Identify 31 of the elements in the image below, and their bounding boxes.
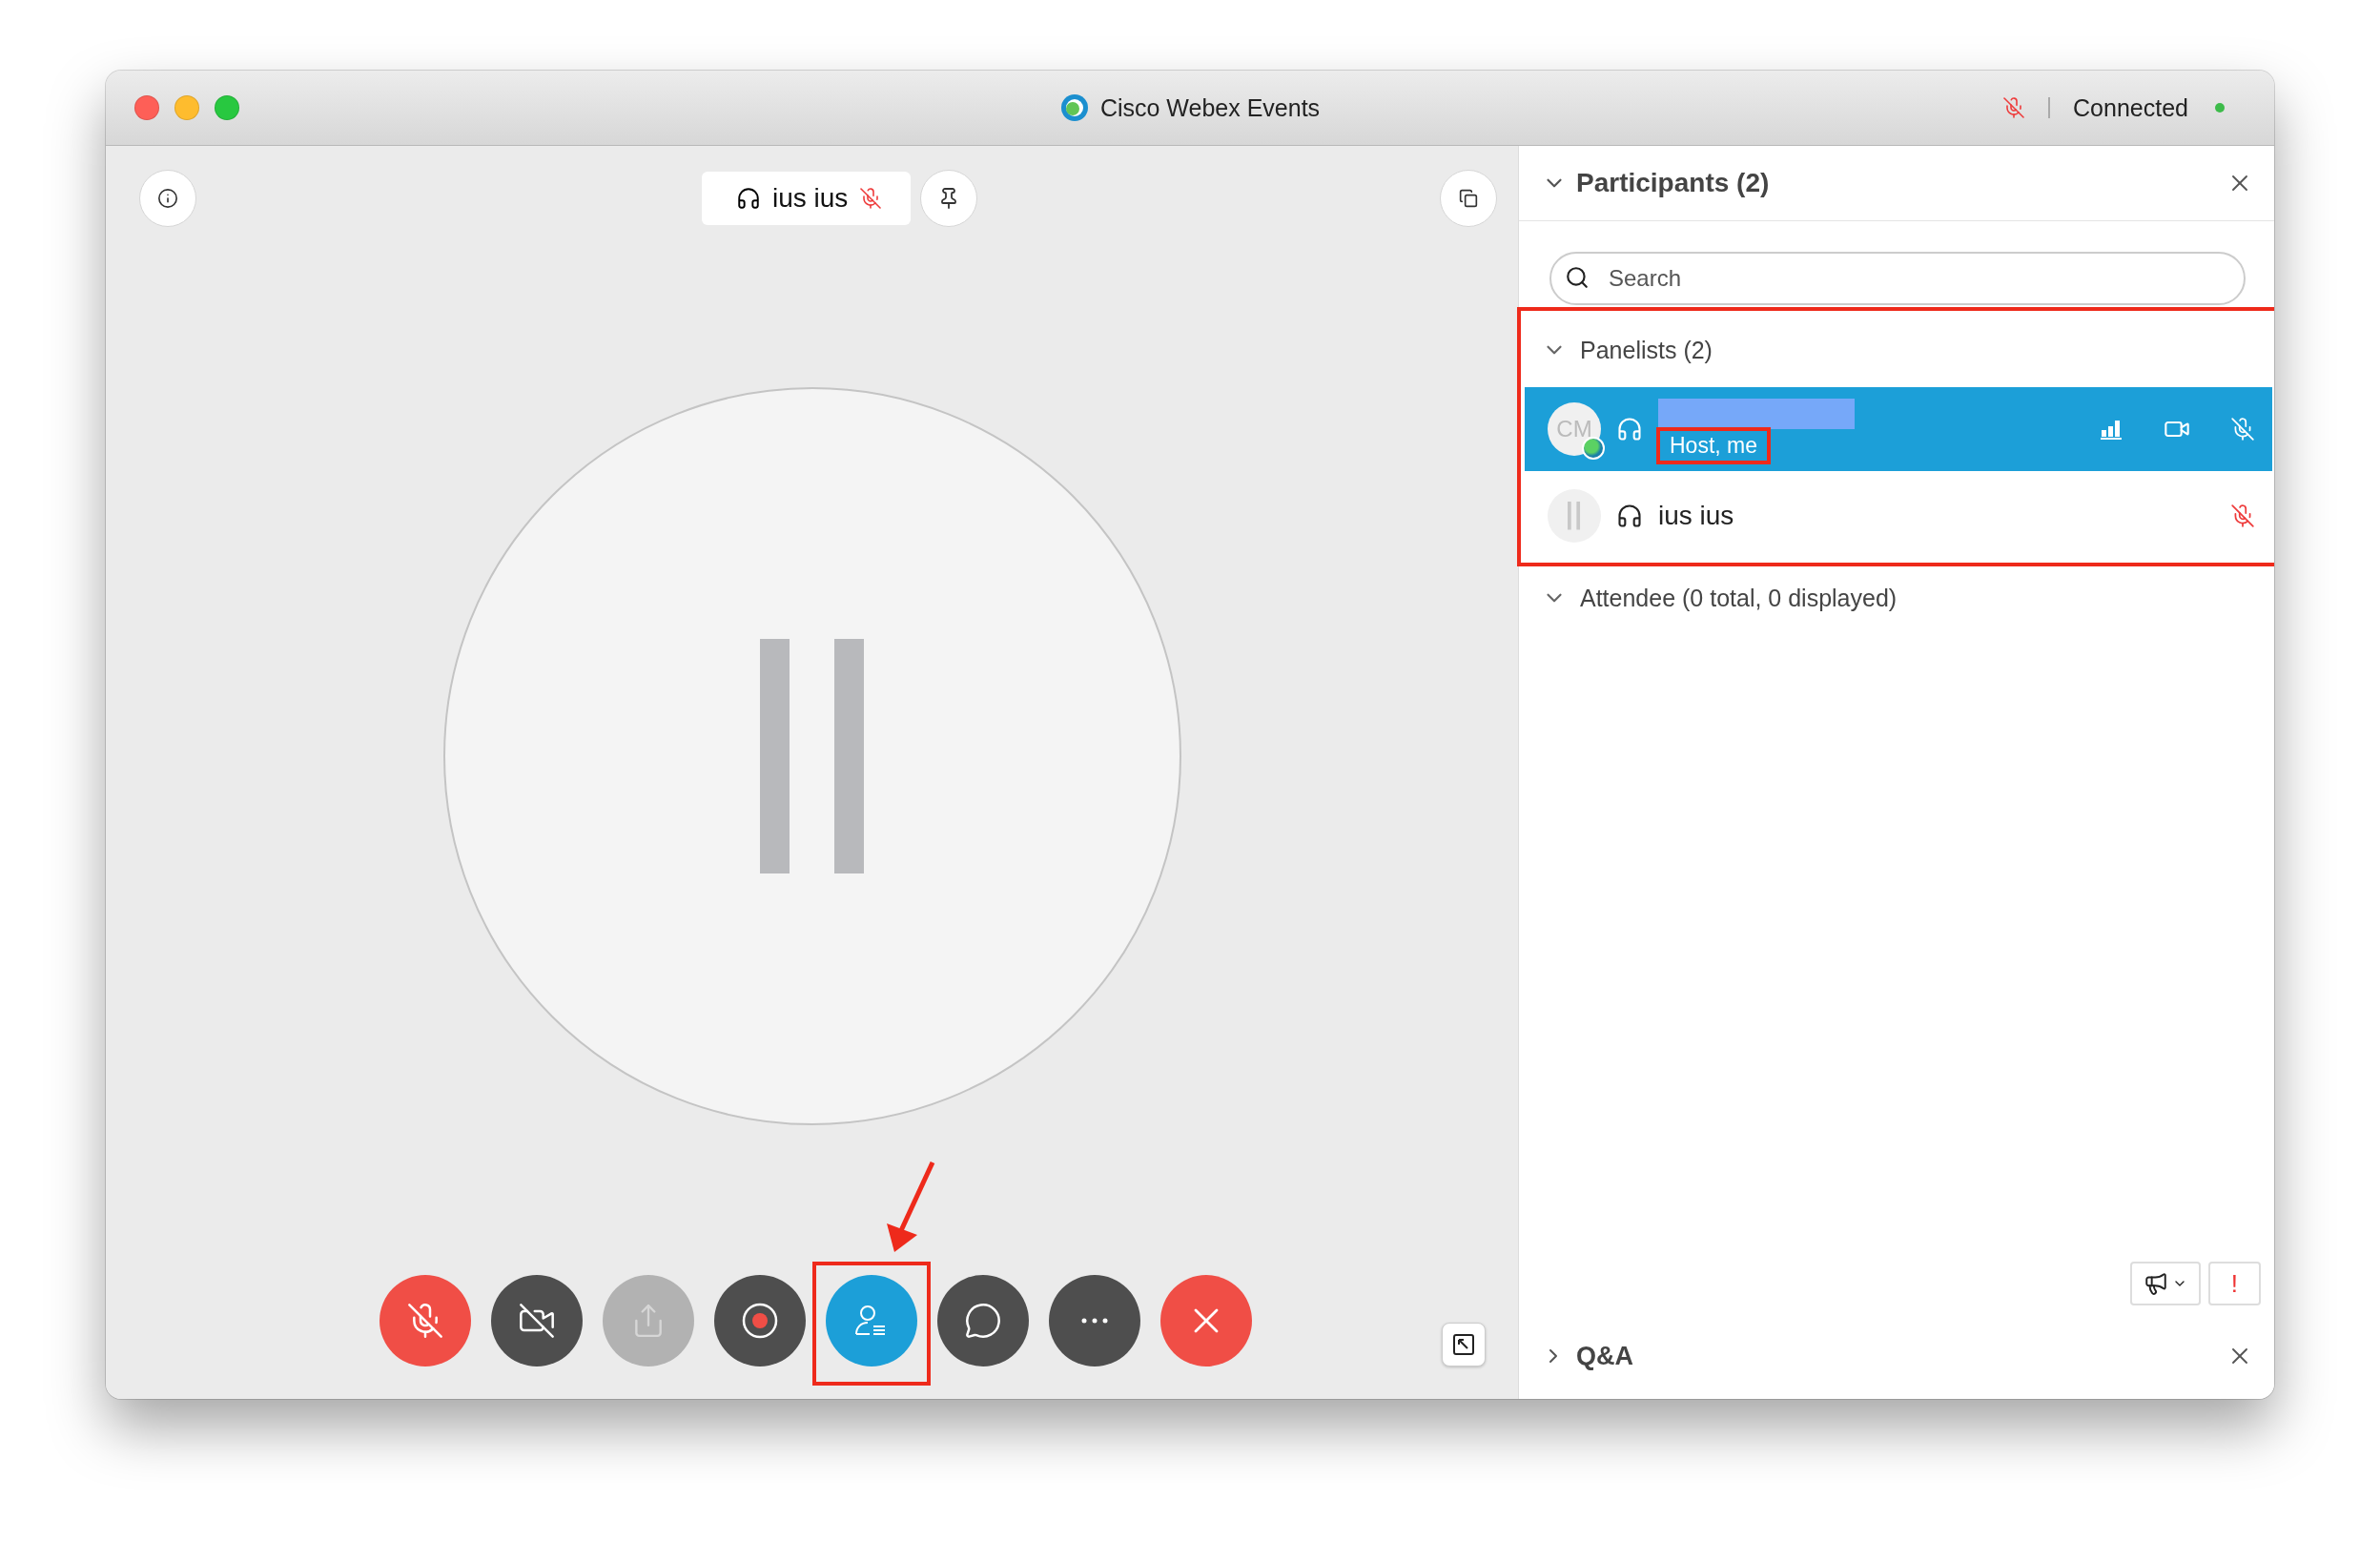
speaker-name: ius ius (772, 183, 849, 214)
chat-icon (963, 1302, 1002, 1340)
muted-microphone-icon (405, 1302, 444, 1340)
panel-title: Participants (2) (1576, 168, 1771, 198)
participant-role: Host, me (1670, 432, 1758, 458)
alert-button[interactable]: ! (2207, 1262, 2261, 1305)
signal-bars-icon (2101, 419, 2124, 440)
search-icon (1565, 265, 1590, 290)
headphones-icon (1616, 503, 1643, 529)
expand-button[interactable] (1442, 1323, 1486, 1366)
expand-icon (1452, 1333, 1475, 1356)
megaphone-icon (2143, 1271, 2168, 1296)
search-field[interactable]: Search (1549, 252, 2246, 305)
info-icon (157, 188, 178, 209)
headphones-icon (1616, 416, 1643, 442)
app-logo-icon (1059, 93, 1089, 122)
group-header[interactable]: Attendee (0 total, 0 displayed) (1525, 561, 2272, 635)
connection-status: Connected (2073, 93, 2188, 122)
record-icon (740, 1302, 779, 1340)
group-header[interactable]: Panelists (2) (1525, 313, 2272, 387)
qa-title: Q&A (1576, 1341, 1634, 1371)
headphones-icon (736, 186, 761, 211)
windows-icon (1459, 189, 1478, 208)
video-off-icon (517, 1302, 556, 1340)
window-title: Cisco Webex Events (1099, 93, 1321, 122)
pause-icon (1568, 502, 1581, 530)
more-icon (1080, 1318, 1108, 1324)
broadcast-button[interactable] (2129, 1262, 2201, 1305)
app-badge-icon (1582, 437, 1605, 460)
close-window-button[interactable] (134, 95, 159, 120)
participant-name: ius ius (1658, 501, 1735, 531)
